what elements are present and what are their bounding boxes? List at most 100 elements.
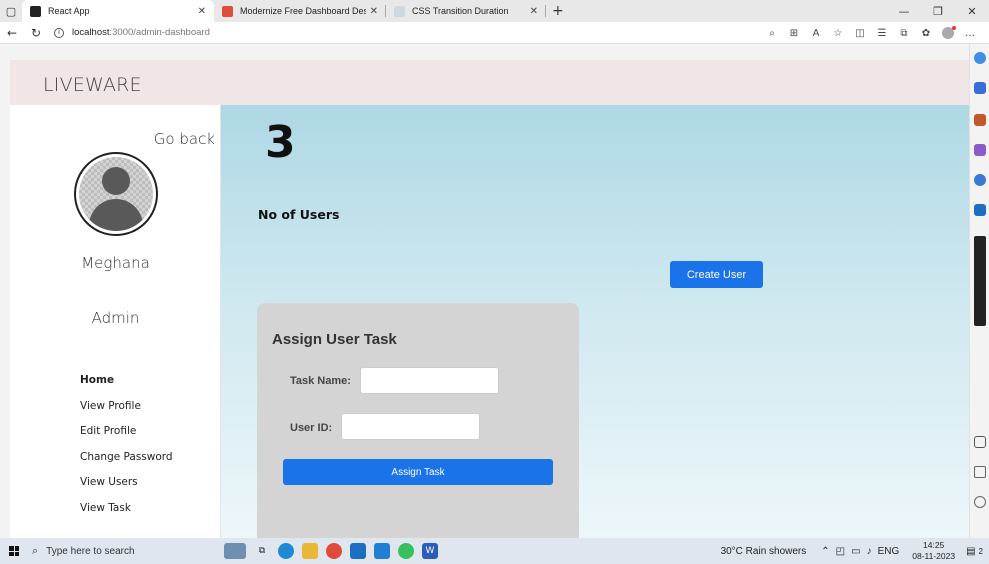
language-indicator[interactable]: ENG <box>878 546 900 557</box>
mail-icon[interactable] <box>350 543 366 559</box>
avatar-image <box>79 157 153 231</box>
user-name: Meghana <box>81 254 150 272</box>
profile-sidebar: Go back Meghana Admin Home View Profile … <box>10 105 221 538</box>
favorites-list-icon[interactable]: ☰ <box>871 28 893 39</box>
browser-tab-bar: ▢ React App ✕ Modernize Free Dashboard D… <box>0 0 989 22</box>
assign-task-title: Assign User Task <box>272 331 397 348</box>
task-name-input[interactable] <box>360 367 499 394</box>
notification-center-icon[interactable]: ▤ <box>966 546 975 557</box>
edge-browser-icon[interactable] <box>278 543 294 559</box>
widgets-icon[interactable] <box>224 543 246 559</box>
favorite-star-icon[interactable]: ☆ <box>827 28 849 39</box>
close-window-icon[interactable]: ✕ <box>955 0 989 22</box>
sidebar-toggle-icon[interactable] <box>974 436 986 448</box>
taskbar-search-box[interactable]: ⌕ Type here to search <box>28 540 198 562</box>
clock-time: 14:25 <box>923 540 945 550</box>
settings-gear-icon[interactable] <box>974 496 986 508</box>
profile-avatar-icon[interactable] <box>942 26 956 39</box>
word-icon[interactable]: W <box>422 543 438 559</box>
taskbar-pinned-apps: ⧉ W <box>220 543 442 559</box>
search-icon: ⌕ <box>32 544 39 557</box>
file-explorer-icon[interactable] <box>302 543 318 559</box>
games-icon[interactable] <box>974 144 986 156</box>
task-view-icon[interactable]: ⧉ <box>254 543 270 559</box>
notification-count-badge: 2 <box>978 546 983 556</box>
page-favicon-icon <box>394 5 405 17</box>
avatar-head-shape <box>102 167 130 195</box>
tab-actions-icon[interactable]: ▢ <box>0 0 22 22</box>
weather-widget[interactable]: 30°C Rain showers <box>721 546 807 557</box>
windows-start-icon[interactable] <box>0 538 28 564</box>
tab-label: React App <box>48 6 90 16</box>
tab-label: Modernize Free Dashboard Desi <box>240 6 366 16</box>
sidebar-item-view-users[interactable]: View Users <box>80 475 173 501</box>
close-tab-icon[interactable]: ✕ <box>530 6 538 17</box>
back-arrow-icon[interactable]: ← <box>0 26 24 40</box>
url-field[interactable]: i localhost:3000/admin-dashboard <box>54 27 210 38</box>
minimize-icon[interactable]: — <box>887 0 921 22</box>
user-role: Admin <box>91 309 140 327</box>
user-count-label: No of Users <box>258 207 340 222</box>
sidebar-item-edit-profile[interactable]: Edit Profile <box>80 424 173 450</box>
tab-css-transition[interactable]: CSS Transition Duration ✕ <box>386 0 546 22</box>
dashboard-main: 3 No of Users Create User Assign User Ta… <box>221 105 969 538</box>
close-tab-icon[interactable]: ✕ <box>198 6 206 17</box>
task-name-label: Task Name: <box>290 375 351 387</box>
tab-modernize[interactable]: Modernize Free Dashboard Desi ✕ <box>214 0 386 22</box>
taskbar-search-placeholder: Type here to search <box>46 545 135 557</box>
extensions-icon[interactable]: ✿ <box>915 28 937 39</box>
window-controls: — ❐ ✕ <box>887 0 989 22</box>
user-count-value: 3 <box>265 117 296 168</box>
volume-icon[interactable]: ♪ <box>867 546 872 557</box>
assign-task-card: Assign User Task Task Name: User ID: Ass… <box>257 303 579 538</box>
go-back-link[interactable]: Go back <box>154 130 215 148</box>
shopping-tag-icon[interactable] <box>974 82 986 94</box>
battery-icon[interactable]: ▭ <box>851 546 860 557</box>
external-link-icon[interactable] <box>974 466 986 478</box>
more-menu-icon[interactable]: … <box>959 28 981 39</box>
vscode-icon[interactable] <box>374 543 390 559</box>
qr-panel-icon[interactable] <box>974 236 986 326</box>
app-header: LIVEWARE <box>10 60 969 105</box>
windows-taskbar: ⌕ Type here to search ⧉ W 30°C Rain show… <box>0 538 989 564</box>
url-path: :3000/admin-dashboard <box>109 27 210 38</box>
system-tray: 30°C Rain showers ⌃ ◰ ▭ ♪ ENG 14:25 08-1… <box>721 538 983 564</box>
tab-label: CSS Transition Duration <box>412 6 509 16</box>
refresh-icon[interactable]: ↻ <box>24 26 48 40</box>
sidebar-item-change-password[interactable]: Change Password <box>80 450 173 476</box>
search-icon[interactable] <box>974 52 986 64</box>
user-id-input[interactable] <box>341 413 480 440</box>
chevron-up-icon[interactable]: ⌃ <box>821 546 829 557</box>
collections-icon[interactable]: ⧉ <box>893 28 915 39</box>
new-tab-icon[interactable]: + <box>552 3 564 19</box>
app-grid-icon[interactable]: ⊞ <box>783 28 805 39</box>
sidebar-item-view-task[interactable]: View Task <box>80 501 173 527</box>
figma-favicon-icon <box>222 5 233 17</box>
sidebar-menu: Home View Profile Edit Profile Change Pa… <box>80 373 173 526</box>
restore-icon[interactable]: ❐ <box>921 0 955 22</box>
brand-logo-text: LIVEWARE <box>43 74 142 96</box>
app-page: LIVEWARE Go back Meghana Admin Home View… <box>10 60 969 538</box>
avatar-body-shape <box>89 199 143 231</box>
close-tab-icon[interactable]: ✕ <box>370 6 378 17</box>
taskbar-clock[interactable]: 14:25 08-11-2023 <box>912 540 955 562</box>
tools-briefcase-icon[interactable] <box>974 114 986 126</box>
outlook-icon[interactable] <box>974 204 986 216</box>
address-bar: ← ↻ i localhost:3000/admin-dashboard ⌕ ⊞… <box>0 22 989 44</box>
react-favicon-icon <box>30 5 41 17</box>
whatsapp-icon[interactable] <box>398 543 414 559</box>
create-user-button[interactable]: Create User <box>670 261 763 288</box>
search-icon[interactable]: ⌕ <box>761 28 783 39</box>
assign-task-button[interactable]: Assign Task <box>283 459 553 485</box>
chrome-icon[interactable] <box>326 543 342 559</box>
network-icon[interactable]: ◰ <box>836 546 845 557</box>
info-icon[interactable]: i <box>54 27 64 38</box>
sidebar-item-view-profile[interactable]: View Profile <box>80 399 173 425</box>
tab-react-app[interactable]: React App ✕ <box>22 0 214 22</box>
read-aloud-icon[interactable]: A <box>805 28 827 39</box>
microsoft-365-icon[interactable] <box>974 174 986 186</box>
split-screen-icon[interactable]: ◫ <box>849 28 871 39</box>
sidebar-item-home[interactable]: Home <box>80 373 173 399</box>
url-host: localhost <box>72 27 110 38</box>
clock-date: 08-11-2023 <box>912 551 956 561</box>
